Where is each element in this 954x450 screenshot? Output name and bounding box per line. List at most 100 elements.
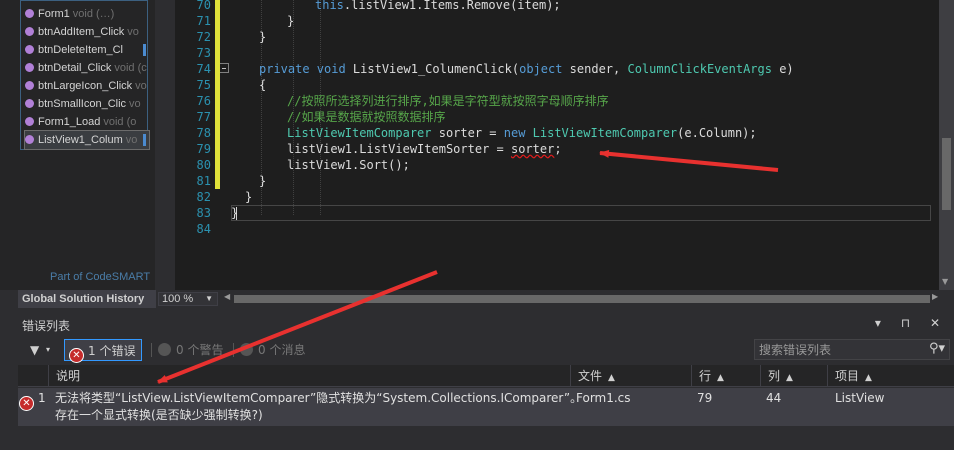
code-line[interactable]: 76 //按照所选择列进行排序,如果是字符型就按照字母顺序排序 xyxy=(175,93,935,109)
toolbar-separator xyxy=(151,343,152,357)
line-number: 83 xyxy=(196,206,211,220)
column-header-project[interactable]: 项目 ▲ xyxy=(835,365,872,387)
code-line[interactable]: 77 //如果是数据就按照数据排序 xyxy=(175,109,935,125)
change-indicator xyxy=(215,0,220,13)
code-text: //如果是数据就按照数据排序 xyxy=(287,109,445,125)
code-map-item[interactable]: btnDeleteItem_Cl xyxy=(25,41,149,59)
error-search-box[interactable]: ⚲▾ xyxy=(754,339,950,360)
zoom-dropdown[interactable]: 100 % ▼ xyxy=(158,292,218,306)
code-text: } xyxy=(231,205,238,221)
code-editor[interactable]: 70 this.listView1.Items.Remove(item); 71} 7… xyxy=(175,0,939,290)
sort-up-icon: ▲ xyxy=(865,373,872,383)
errors-filter-button[interactable]: ✕ 1 个错误 xyxy=(64,339,142,363)
code-token: ; xyxy=(554,142,562,156)
warnings-filter-button[interactable]: 0 个警告 xyxy=(158,339,223,361)
vertical-scrollbar[interactable]: ▼ xyxy=(939,0,954,290)
error-search-input[interactable] xyxy=(755,340,923,359)
error-project: ListView xyxy=(835,391,885,405)
line-number: 76 xyxy=(196,94,211,108)
change-indicator xyxy=(215,45,220,61)
code-line[interactable]: 70 this.listView1.Items.Remove(item); xyxy=(175,0,935,13)
filter-icon[interactable]: ▼ xyxy=(30,339,39,361)
code-token: e) xyxy=(771,62,794,76)
warning-icon xyxy=(158,343,171,356)
code-map-item[interactable]: btnAddItem_Click vo xyxy=(25,23,149,41)
code-line[interactable]: 74 private void ListView1_ColumenClick(ob… xyxy=(175,61,935,77)
line-number: 77 xyxy=(196,110,211,124)
vertical-scroll-thumb[interactable] xyxy=(942,138,951,210)
code-token: sorter = xyxy=(431,126,504,140)
code-line[interactable]: 72} xyxy=(175,29,935,45)
code-line[interactable]: 79 listView1.ListViewItemSorter = sorter; xyxy=(175,141,935,157)
line-number: 78 xyxy=(196,126,211,140)
column-header-line[interactable]: 行 ▲ xyxy=(699,365,724,387)
error-file: Form1.cs xyxy=(576,391,631,405)
method-icon xyxy=(25,81,34,90)
code-line[interactable]: 81} xyxy=(175,173,935,189)
code-line[interactable]: 80 listView1.Sort(); xyxy=(175,157,935,173)
column-header-file[interactable]: 文件 ▲ xyxy=(578,365,615,387)
code-token: private xyxy=(259,62,317,76)
code-map-item-name: btnLargeIcon_Click xyxy=(38,80,133,92)
column-header-project-label: 项目 xyxy=(835,369,860,383)
code-map-item[interactable]: ListView1_Colum vo xyxy=(24,130,150,150)
code-token: ListViewItemComparer xyxy=(532,126,678,140)
code-token: ListViewItemComparer xyxy=(287,126,432,140)
column-header-description[interactable]: 说明 xyxy=(56,365,80,387)
line-number: 70 xyxy=(196,0,211,12)
errors-filter-label: 1 个错误 xyxy=(88,344,136,358)
warnings-filter-label: 0 个警告 xyxy=(176,343,224,357)
method-icon xyxy=(25,63,34,72)
line-number: 71 xyxy=(196,14,211,28)
code-line[interactable]: 73 xyxy=(175,45,935,61)
method-icon xyxy=(25,99,34,108)
code-map-list: Form1 void (…) btnAddItem_Click vo btnDelete… xyxy=(20,0,150,150)
code-map-item-name: Form1 xyxy=(38,8,70,20)
code-token: } xyxy=(259,174,267,188)
error-column: 44 xyxy=(766,391,782,405)
panel-separator xyxy=(155,0,175,290)
panel-window-buttons[interactable]: ▾ ⊓ ✕ xyxy=(875,316,948,330)
line-number: 80 xyxy=(196,158,211,172)
table-row[interactable]: ✕ 1 无法将类型“ListView.ListViewItemComparer”… xyxy=(18,388,954,426)
code-line[interactable]: 75 { xyxy=(175,77,935,93)
messages-filter-button[interactable]: 0 个消息 xyxy=(240,339,305,361)
column-separator xyxy=(827,365,828,387)
code-line[interactable]: 82} xyxy=(175,189,935,205)
scroll-down-icon[interactable]: ▼ xyxy=(942,277,948,286)
search-icon[interactable]: ⚲▾ xyxy=(929,341,945,356)
error-list-panel: 错误列表 ▾ ⊓ ✕ ▼ ▾ ✕1 个错误 0 个警告 0 个消息 ⚲▾ 说明 … xyxy=(0,308,954,450)
error-grid-header: 说明 文件 ▲ 行 ▲ 列 ▲ 项目 ▲ xyxy=(18,365,954,387)
code-map-item-signature: vo xyxy=(129,98,141,110)
sort-up-icon: ▲ xyxy=(608,373,615,383)
code-line[interactable]: 83} xyxy=(175,205,935,221)
column-separator xyxy=(760,365,761,387)
zoom-value: 100 % xyxy=(162,293,194,305)
column-header-line-label: 行 xyxy=(699,369,712,383)
column-header-column[interactable]: 列 ▲ xyxy=(768,365,793,387)
code-text: { xyxy=(259,77,266,93)
code-line[interactable]: 84 xyxy=(175,221,935,237)
change-indicator xyxy=(215,141,220,157)
code-map-item[interactable]: Form1 void (…) xyxy=(25,5,149,23)
code-map-item[interactable]: btnDetail_Click void (c xyxy=(25,59,149,77)
code-map-item-signature: vo xyxy=(125,134,138,146)
error-description-line2: 存在一个显式转换(是否缺少强制转换?) xyxy=(55,408,263,422)
change-indicator xyxy=(215,173,220,189)
code-token: (e.Column); xyxy=(677,126,757,140)
scroll-right-icon[interactable]: ▶ xyxy=(932,292,938,301)
scroll-left-icon[interactable]: ◀ xyxy=(224,292,230,301)
horizontal-scroll-thumb[interactable] xyxy=(234,295,930,303)
global-solution-history-tab[interactable]: Global Solution History xyxy=(18,290,156,308)
code-text: //按照所选择列进行排序,如果是字符型就按照字母顺序排序 xyxy=(287,93,609,109)
code-map-item-name: btnSmallIcon_Clic xyxy=(38,98,127,110)
code-line[interactable]: 78 ListViewItemComparer sorter = new List… xyxy=(175,125,935,141)
code-map-brand: Part of CodeSMART xyxy=(50,271,151,283)
code-line[interactable]: 71} xyxy=(175,13,935,29)
code-map-item[interactable]: btnLargeIcon_Click vo xyxy=(25,77,149,95)
chevron-down-icon[interactable]: ▾ xyxy=(46,339,50,361)
code-map-item[interactable]: Form1_Load void (o xyxy=(25,113,149,131)
change-indicator xyxy=(215,109,220,125)
code-token: listView1.ListViewItemSorter = xyxy=(287,142,511,156)
code-map-item[interactable]: btnSmallIcon_Clic vo xyxy=(25,95,149,113)
